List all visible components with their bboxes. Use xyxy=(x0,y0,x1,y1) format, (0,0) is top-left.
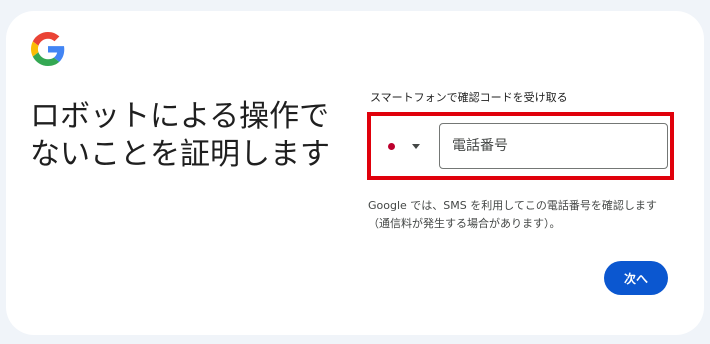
phone-number-input[interactable] xyxy=(439,123,668,169)
japan-flag-icon xyxy=(388,142,395,150)
country-code-selector[interactable] xyxy=(384,137,424,155)
page-title: ロボットによる操作で ないことを証明します xyxy=(30,99,330,172)
next-button[interactable]: 次へ xyxy=(604,261,668,295)
google-logo-icon xyxy=(31,32,65,66)
sms-notice-text: Google では、SMS を利用してこの電話番号を確認します（通信料が発生する… xyxy=(368,199,657,230)
sms-option-label: スマートフォンで確認コードを受け取る xyxy=(370,91,568,104)
chevron-down-icon xyxy=(412,143,420,149)
